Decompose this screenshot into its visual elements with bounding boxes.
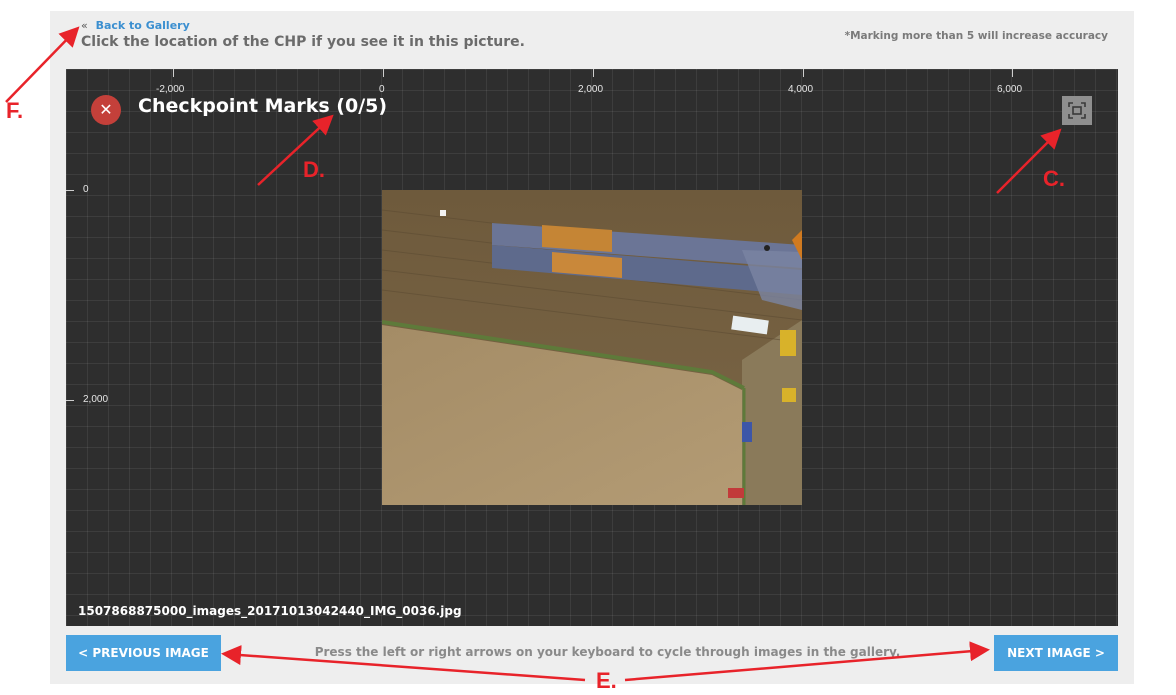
x-tick-label: 0 [379,84,385,95]
previous-image-button[interactable]: < PREVIOUS IMAGE [66,635,221,671]
x-tick-label: 4,000 [788,84,814,95]
y-tick-label: 0 [83,184,89,195]
annotation-f: F. [6,98,24,123]
aerial-photo-image [382,190,802,505]
x-tick-label: 6,000 [997,84,1023,95]
x-tick [593,69,594,77]
annotation-c: C. [1043,166,1065,191]
instruction-text: Click the location of the CHP if you see… [81,34,525,50]
double-chevron-left-icon: « [81,19,88,32]
image-filename: 1507868875000_images_20171013042440_IMG_… [78,604,462,618]
x-tick [173,69,174,77]
annotation-e: E. [596,668,617,693]
fit-to-screen-icon [1068,102,1086,119]
next-image-button[interactable]: NEXT IMAGE > [994,635,1118,671]
annotation-d: D. [303,157,325,182]
x-tick-label: 2,000 [578,84,604,95]
aerial-photo[interactable] [382,190,802,505]
y-tick [66,190,74,191]
fit-to-screen-button[interactable] [1062,96,1092,125]
keyboard-hint: Press the left or right arrows on your k… [314,645,901,659]
close-button[interactable]: ✕ [91,95,121,125]
y-tick [66,400,74,401]
x-tick [803,69,804,77]
accuracy-note: *Marking more than 5 will increase accur… [844,30,1108,42]
x-tick [1012,69,1013,77]
x-tick-label: -2,000 [156,84,185,95]
x-tick [383,69,384,77]
close-icon: ✕ [99,100,113,119]
back-to-gallery-link[interactable]: « Back to Gallery [81,19,190,32]
checkpoint-marks-title: Checkpoint Marks (0/5) [138,95,388,117]
image-canvas[interactable]: -2,000 0 2,000 4,000 6,000 0 2,000 ✕ Che… [66,69,1118,626]
back-to-gallery-label: Back to Gallery [95,19,190,32]
y-tick-label: 2,000 [83,394,109,405]
